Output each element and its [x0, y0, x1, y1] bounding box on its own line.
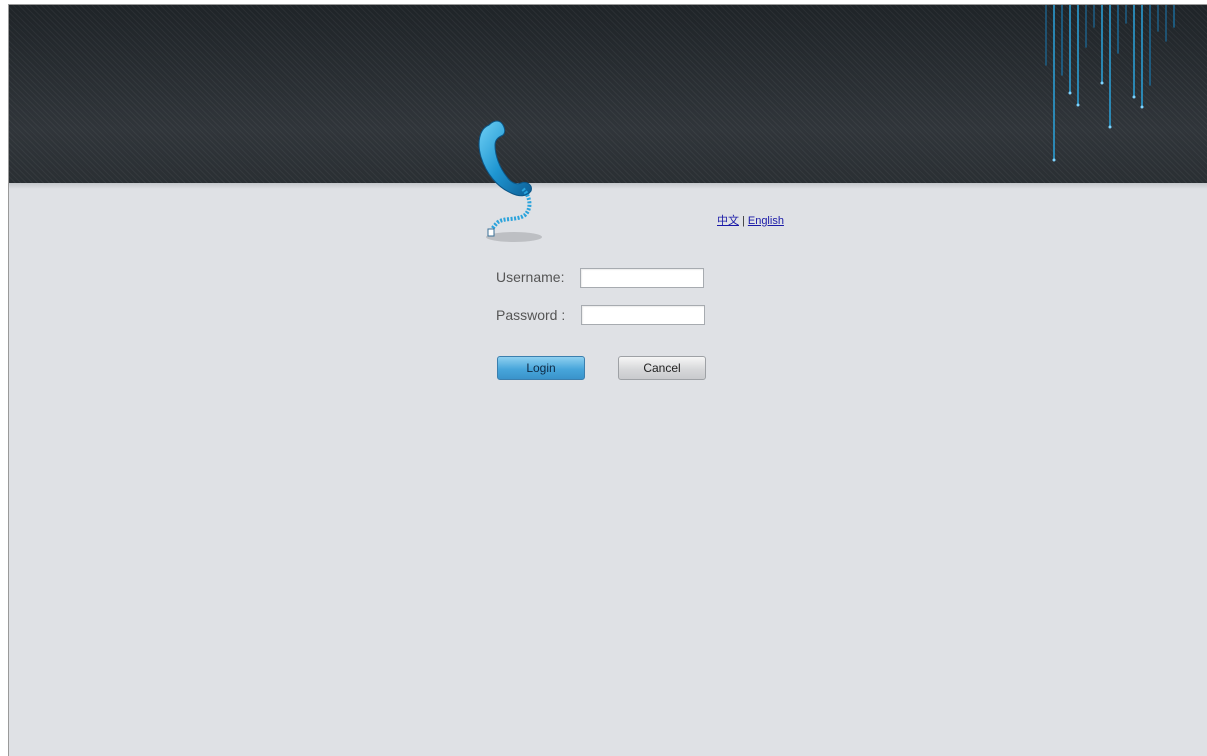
telephone-handset-icon — [478, 120, 542, 242]
header-banner — [9, 5, 1207, 184]
username-input[interactable] — [580, 268, 704, 288]
password-row: Password : — [496, 307, 565, 323]
password-label: Password : — [496, 307, 566, 323]
decorative-light-lines — [1045, 5, 1175, 162]
language-switcher: 中文 | English — [717, 212, 784, 228]
page-frame: 中文 | English Username: Password : Login Ca… — [8, 4, 1207, 756]
login-button[interactable]: Login — [497, 356, 585, 380]
username-row: Username: — [496, 269, 564, 285]
language-chinese-link[interactable]: 中文 — [717, 215, 739, 227]
language-separator: | — [742, 215, 745, 227]
language-english-link[interactable]: English — [748, 215, 784, 227]
banner-shine — [9, 183, 1207, 189]
username-label: Username: — [496, 269, 565, 285]
cancel-button[interactable]: Cancel — [618, 356, 706, 380]
password-input[interactable] — [581, 305, 705, 325]
